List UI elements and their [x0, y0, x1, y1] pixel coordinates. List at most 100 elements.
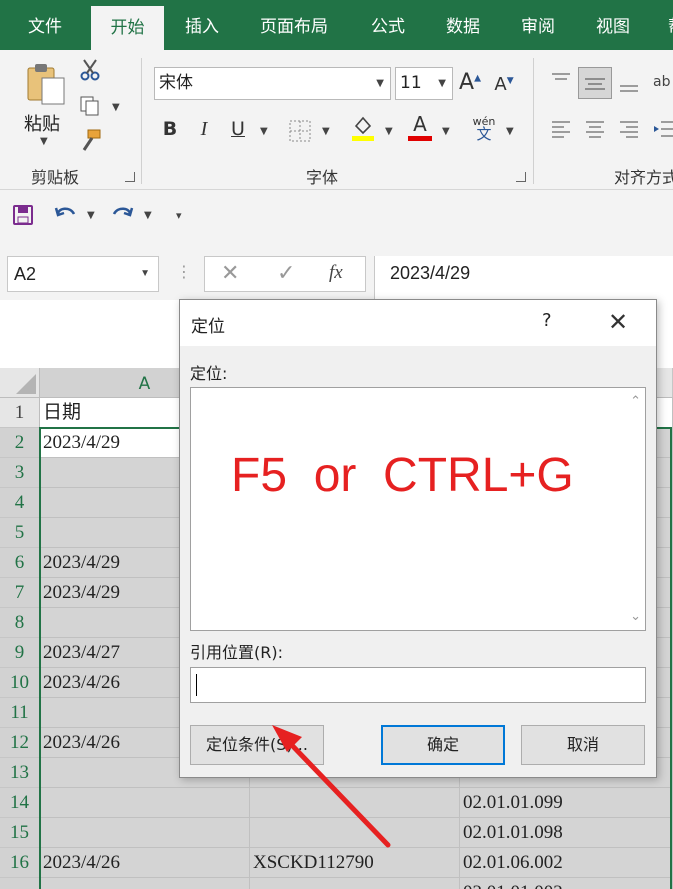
phonetic-dropdown-icon[interactable]: ▼ [506, 126, 514, 137]
formula-buttons: ✕ ✓ fx [204, 256, 366, 292]
table-cell[interactable] [40, 878, 250, 889]
underline-button[interactable]: U [228, 118, 248, 140]
splitter-handle-icon[interactable]: ⋮ [176, 262, 192, 281]
row-header[interactable]: 11 [0, 698, 40, 728]
paste-label[interactable]: 粘贴 [24, 110, 60, 136]
tab-view[interactable]: 视图 [581, 0, 645, 50]
chevron-down-icon[interactable]: ▼ [376, 68, 384, 99]
font-color-dropdown-icon[interactable]: ▼ [442, 126, 450, 137]
orientation-icon[interactable]: ab [651, 70, 673, 92]
row-header[interactable]: 10 [0, 668, 40, 698]
format-painter-icon[interactable] [78, 128, 102, 152]
tab-data[interactable]: 数据 [431, 0, 495, 50]
tab-page-layout[interactable]: 页面布局 [246, 0, 342, 50]
borders-dropdown-icon[interactable]: ▼ [322, 126, 330, 137]
goto-special-button[interactable]: 定位条件(S)... [190, 725, 324, 765]
cancel-entry-icon[interactable]: ✕ [221, 261, 239, 286]
chevron-down-icon[interactable]: ▼ [140, 257, 150, 291]
row-header[interactable]: 14 [0, 788, 40, 818]
top-align-icon[interactable] [550, 70, 572, 92]
bold-button[interactable]: B [160, 118, 180, 140]
copy-dropdown-icon[interactable]: ▼ [112, 102, 120, 113]
table-cell[interactable]: 02.01.01.002 [460, 878, 673, 889]
paste-dropdown-icon[interactable]: ▼ [40, 136, 48, 147]
name-box[interactable]: A2 ▼ [7, 256, 159, 292]
table-cell[interactable] [40, 788, 250, 818]
select-all-button[interactable] [0, 368, 40, 398]
italic-button[interactable]: I [194, 118, 214, 141]
font-name-combo[interactable]: 宋体 ▼ [154, 67, 391, 100]
table-cell[interactable] [250, 788, 460, 818]
scroll-down-icon[interactable]: ⌄ [630, 609, 641, 624]
fill-color-dropdown-icon[interactable]: ▼ [385, 126, 393, 137]
help-button[interactable]: ? [542, 310, 552, 331]
tab-insert[interactable]: 插入 [170, 0, 234, 50]
cancel-button[interactable]: 取消 [521, 725, 645, 765]
font-color-icon[interactable]: A [406, 112, 434, 142]
undo-icon[interactable] [54, 202, 78, 226]
row-header[interactable]: 2 [0, 428, 40, 458]
table-cell[interactable]: 2023/4/26 [40, 848, 250, 878]
row-header[interactable] [0, 878, 40, 889]
decrease-indent-icon[interactable] [651, 118, 673, 140]
row-header[interactable]: 4 [0, 488, 40, 518]
tab-formulas[interactable]: 公式 [356, 0, 420, 50]
shortcut-annotation: F5 or CTRL+G [231, 449, 574, 502]
goto-listbox[interactable]: F5 or CTRL+G ⌃ ⌄ [190, 387, 646, 631]
font-launcher-icon[interactable] [516, 172, 526, 182]
fill-color-icon[interactable] [350, 114, 376, 142]
chevron-down-icon[interactable]: ▼ [438, 68, 446, 99]
row-header[interactable]: 15 [0, 818, 40, 848]
close-icon[interactable]: ✕ [608, 308, 628, 336]
tab-home[interactable]: 开始 [91, 6, 164, 50]
dialog-titlebar[interactable] [180, 300, 656, 346]
row-header[interactable]: 6 [0, 548, 40, 578]
insert-function-icon[interactable]: fx [329, 262, 343, 284]
row-header[interactable]: 9 [0, 638, 40, 668]
row-header[interactable]: 5 [0, 518, 40, 548]
row-header[interactable]: 12 [0, 728, 40, 758]
middle-align-icon[interactable] [578, 67, 612, 99]
customize-qat-icon[interactable]: ▾ [176, 209, 182, 222]
save-icon[interactable] [12, 204, 34, 226]
copy-icon[interactable] [78, 94, 102, 118]
phonetic-icon[interactable]: wén 文 [471, 116, 497, 142]
table-cell[interactable]: 02.01.01.099 [460, 788, 673, 818]
align-center-icon[interactable] [584, 118, 606, 140]
row-header[interactable]: 1 [0, 398, 40, 428]
formula-input[interactable]: 2023/4/29 [374, 256, 673, 300]
row-header[interactable]: 13 [0, 758, 40, 788]
undo-dropdown-icon[interactable]: ▼ [87, 210, 95, 221]
clipboard-launcher-icon[interactable] [125, 172, 135, 182]
row-header[interactable]: 3 [0, 458, 40, 488]
reference-input[interactable] [190, 667, 646, 703]
group-divider [141, 58, 142, 184]
table-cell[interactable] [250, 878, 460, 889]
redo-dropdown-icon[interactable]: ▼ [144, 210, 152, 221]
redo-icon[interactable] [110, 202, 134, 226]
align-left-icon[interactable] [550, 118, 572, 140]
tab-file[interactable]: 文件 [10, 0, 80, 50]
table-cell[interactable] [250, 818, 460, 848]
table-cell[interactable]: XSCKD112790 [250, 848, 460, 878]
shrink-font-icon[interactable]: A▼ [492, 74, 516, 95]
row-header[interactable]: 8 [0, 608, 40, 638]
table-cell[interactable]: 02.01.06.002 [460, 848, 673, 878]
enter-icon[interactable]: ✓ [277, 261, 295, 286]
borders-icon[interactable] [289, 120, 311, 142]
ok-button[interactable]: 确定 [381, 725, 505, 765]
underline-dropdown-icon[interactable]: ▼ [260, 126, 268, 137]
tab-review[interactable]: 审阅 [506, 0, 570, 50]
cut-icon[interactable] [78, 58, 102, 82]
paste-icon[interactable] [24, 60, 68, 108]
table-cell[interactable]: 02.01.01.098 [460, 818, 673, 848]
align-right-icon[interactable] [618, 118, 640, 140]
tab-help[interactable]: 帮 [656, 0, 673, 50]
row-header[interactable]: 16 [0, 848, 40, 878]
font-size-combo[interactable]: 11 ▼ [395, 67, 453, 100]
scroll-up-icon[interactable]: ⌃ [630, 394, 641, 409]
row-header[interactable]: 7 [0, 578, 40, 608]
table-cell[interactable] [40, 818, 250, 848]
grow-font-icon[interactable]: A▲ [458, 70, 482, 95]
bottom-align-icon[interactable] [618, 72, 640, 94]
